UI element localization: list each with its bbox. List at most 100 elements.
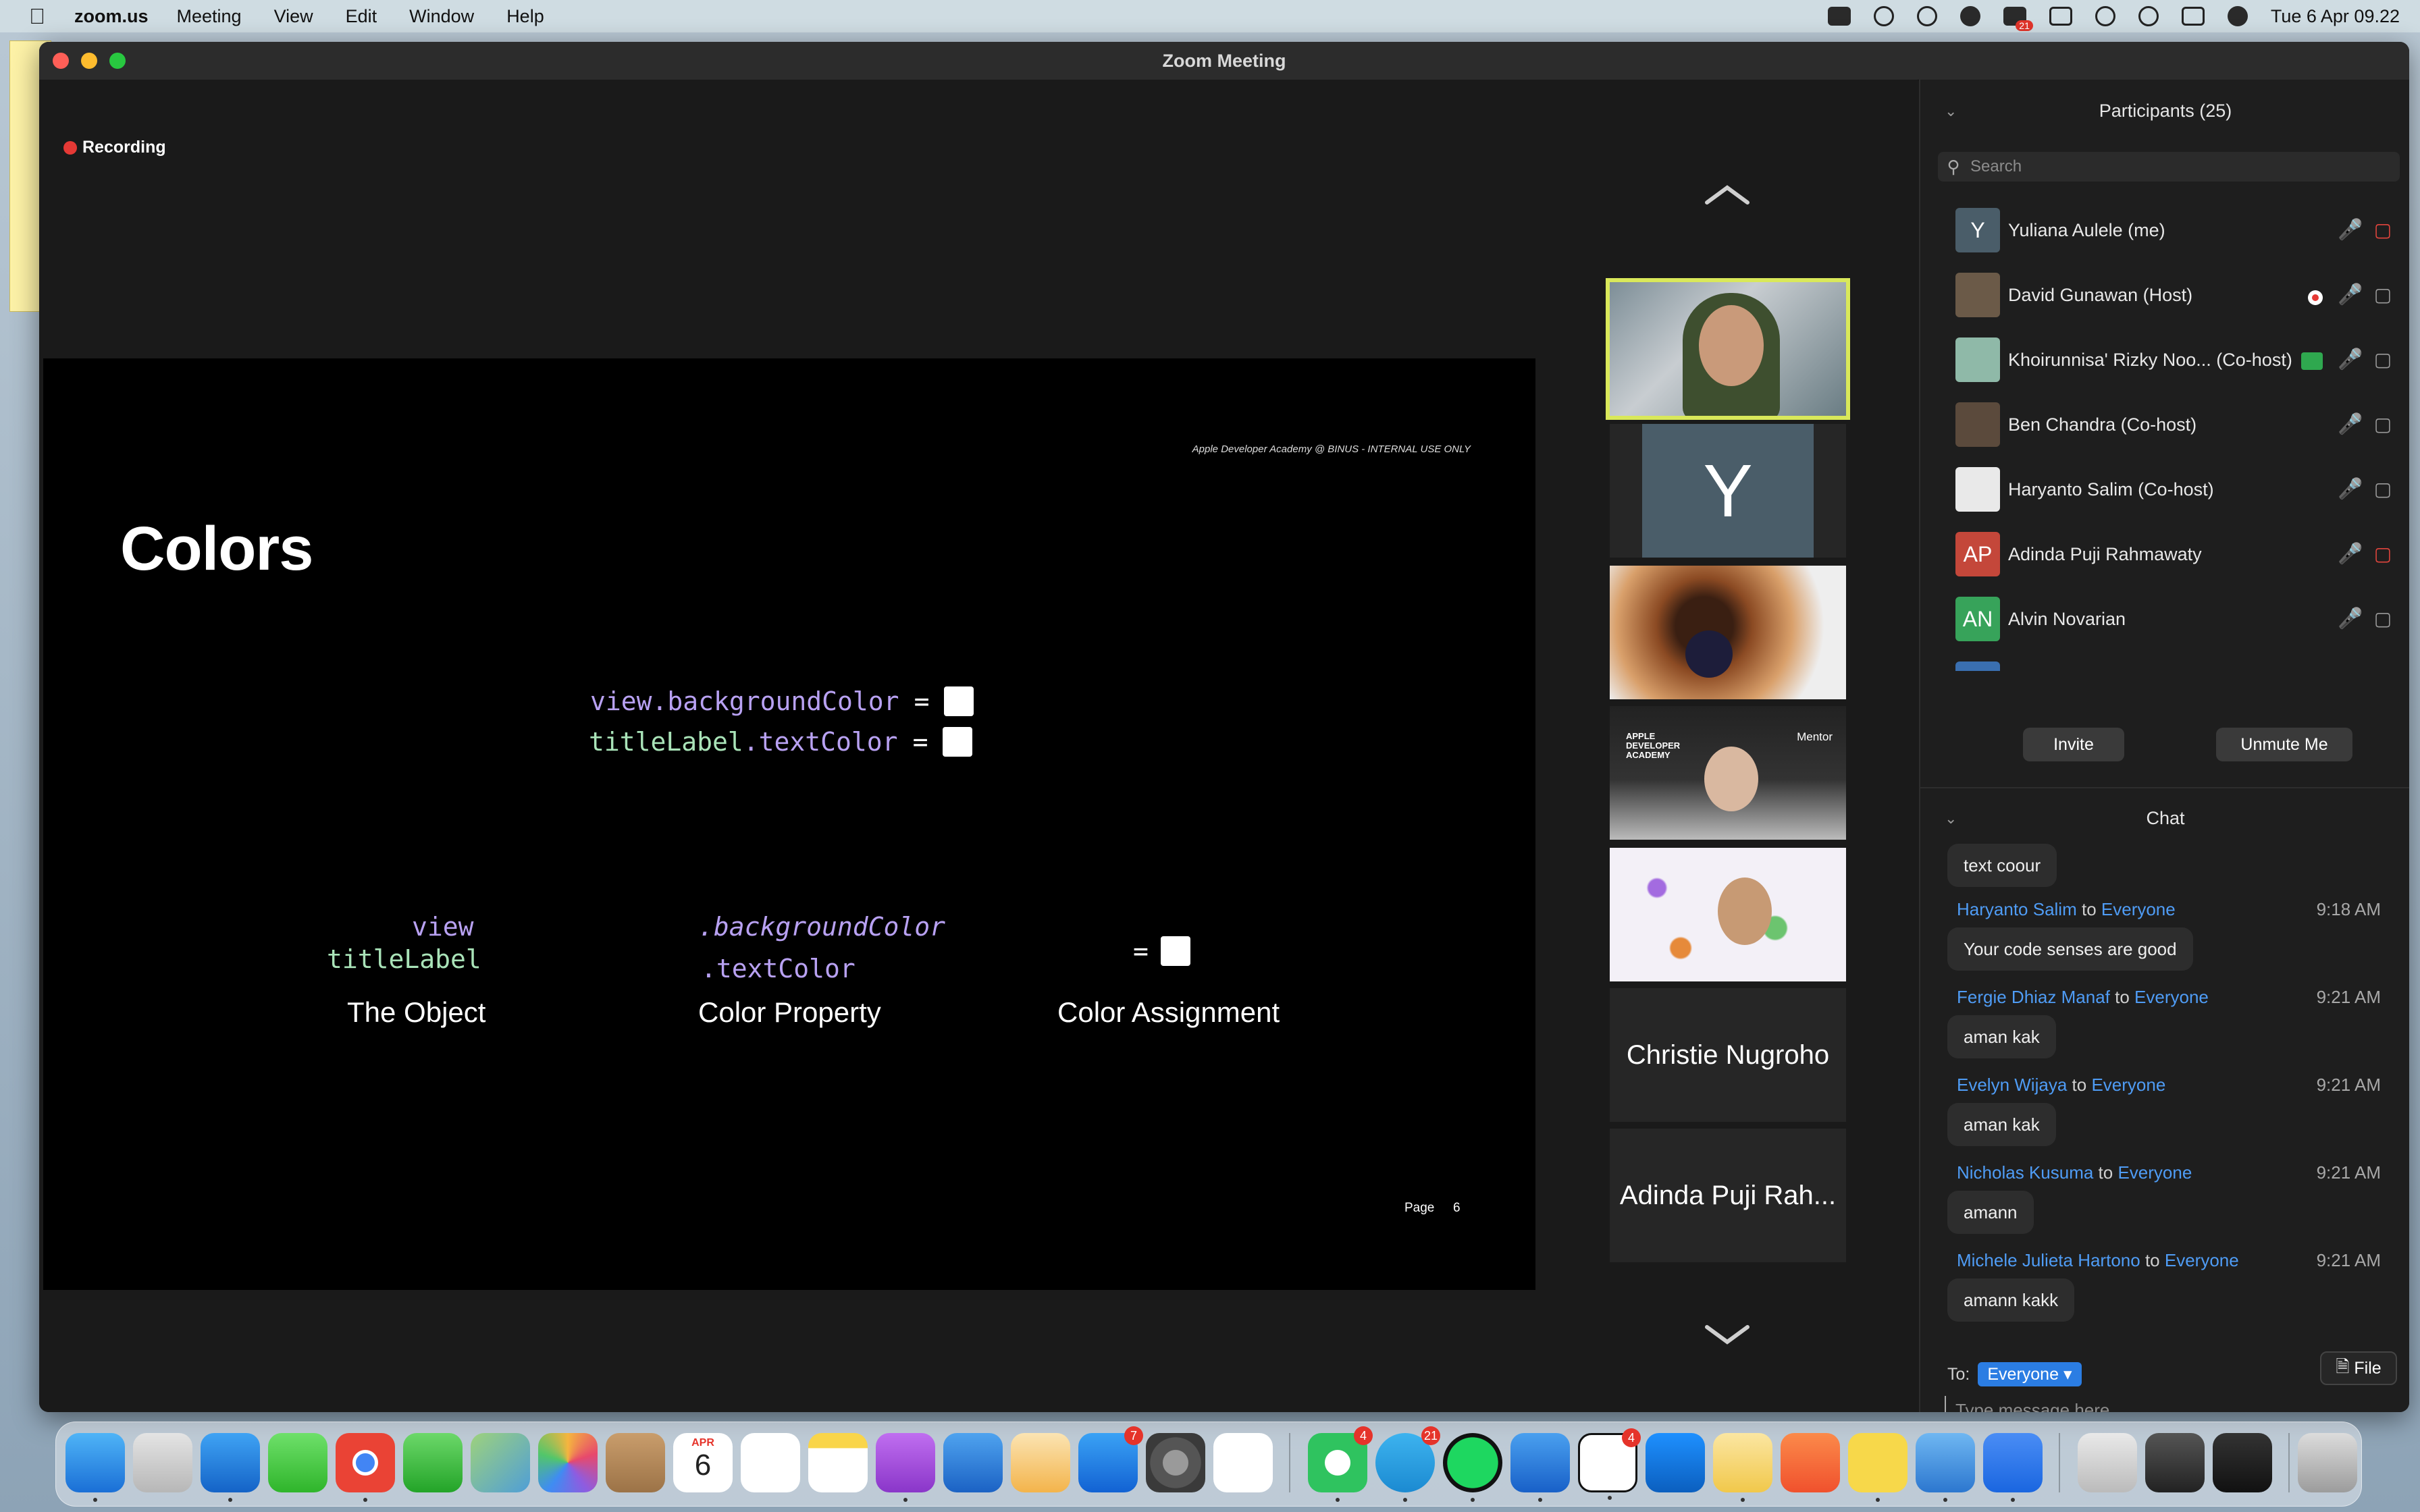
- zoom-status-icon[interactable]: [1827, 7, 1851, 26]
- stickies-icon[interactable]: [1713, 1433, 1772, 1502]
- mic-muted-icon[interactable]: 🎤: [2338, 477, 2363, 502]
- apple-icon[interactable]: : [0, 4, 74, 29]
- control-center-icon[interactable]: [2181, 7, 2205, 26]
- notion-icon[interactable]: 4: [1578, 1428, 1641, 1500]
- safari-icon[interactable]: [201, 1433, 260, 1502]
- minimized-window-3-icon[interactable]: [2213, 1433, 2272, 1492]
- video-tile-name-only[interactable]: Christie Nugroho: [1610, 988, 1846, 1122]
- message-recipient[interactable]: Everyone: [2101, 899, 2176, 919]
- camera-off-icon[interactable]: ▢: [2370, 541, 2396, 567]
- wifi-icon[interactable]: [2095, 6, 2115, 26]
- message-sender[interactable]: Nicholas Kusuma: [1957, 1162, 2093, 1183]
- facetime-icon[interactable]: [403, 1433, 463, 1492]
- mic-muted-icon[interactable]: 🎤: [2338, 282, 2363, 308]
- chat-message-input[interactable]: [1945, 1396, 2396, 1412]
- spotify-icon[interactable]: [1443, 1433, 1502, 1502]
- camera-icon[interactable]: ▢: [2370, 606, 2396, 632]
- reminders-icon[interactable]: [741, 1433, 800, 1492]
- message-recipient[interactable]: Everyone: [2118, 1162, 2192, 1183]
- system-preferences-icon[interactable]: [1146, 1433, 1205, 1492]
- podcasts-icon[interactable]: [876, 1433, 935, 1502]
- camera-icon[interactable]: ▢: [2370, 412, 2396, 437]
- mic-muted-icon[interactable]: 🎤: [2338, 541, 2363, 567]
- invite-button[interactable]: Invite: [2023, 728, 2124, 761]
- send-file-button[interactable]: 🗎 File: [2320, 1351, 2397, 1385]
- notification-status-icon[interactable]: 21: [2003, 7, 2033, 31]
- telegram-icon[interactable]: 21: [1375, 1426, 1440, 1502]
- minimized-window-2-icon[interactable]: [2145, 1433, 2205, 1492]
- minimize-window-button[interactable]: [81, 53, 97, 69]
- gallery-scroll-up-icon[interactable]: [1700, 181, 1754, 208]
- message-recipient[interactable]: Everyone: [2134, 987, 2209, 1007]
- photos-icon[interactable]: [538, 1433, 598, 1492]
- app-store-icon[interactable]: 7: [1078, 1426, 1143, 1492]
- minimized-window-1-icon[interactable]: [2078, 1433, 2137, 1492]
- swift-playgrounds-icon[interactable]: [1781, 1433, 1840, 1492]
- message-sender[interactable]: Evelyn Wijaya: [1957, 1075, 2067, 1095]
- mic-muted-icon[interactable]: 🎤: [2338, 217, 2363, 243]
- notes-icon[interactable]: [808, 1433, 868, 1492]
- record-status-icon[interactable]: [1916, 6, 1937, 26]
- menu-edit[interactable]: Edit: [346, 6, 377, 27]
- spotlight-search-icon[interactable]: [2138, 6, 2159, 26]
- menu-clock[interactable]: Tue 6 Apr 09.22: [2271, 6, 2400, 27]
- participant-row[interactable]: Ben Chandra (Co-host) 🎤 ▢: [1920, 393, 2409, 458]
- chrome-icon[interactable]: [336, 1433, 395, 1502]
- video-tile-bubbles[interactable]: [1610, 848, 1846, 981]
- battery-icon[interactable]: [2049, 7, 2072, 26]
- camera-off-icon[interactable]: ▢: [2370, 217, 2396, 243]
- recipient-dropdown[interactable]: Everyone ▾: [1978, 1362, 2082, 1386]
- calendar-icon[interactable]: APR 6: [673, 1433, 733, 1492]
- finder-icon[interactable]: [65, 1433, 125, 1502]
- participant-row[interactable]: Khoirunnisa' Rizky Noo... (Co-host) 🎤 ▢: [1920, 328, 2409, 393]
- camera-icon[interactable]: ▢: [2370, 282, 2396, 308]
- collapse-chevron-icon[interactable]: ⌄: [1945, 103, 1957, 120]
- mic-muted-icon[interactable]: 🎤: [2338, 606, 2363, 632]
- video-tile-name-only[interactable]: Adinda Puji Rah...: [1610, 1129, 1846, 1262]
- camera-icon[interactable]: ▢: [2370, 347, 2396, 373]
- trash-icon[interactable]: [2298, 1433, 2357, 1492]
- message-sender[interactable]: Haryanto Salim: [1957, 899, 2077, 919]
- mic-icon[interactable]: 🎤: [2338, 412, 2363, 437]
- menu-app-name[interactable]: zoom.us: [74, 6, 149, 27]
- participant-search[interactable]: ⚲: [1938, 152, 2400, 182]
- messages-icon[interactable]: [268, 1433, 327, 1492]
- participant-row[interactable]: Y Yuliana Aulele (me) 🎤 ▢: [1920, 198, 2409, 263]
- participant-row[interactable]: David Gunawan (Host) 🎤 ▢: [1920, 263, 2409, 328]
- contacts-icon[interactable]: [606, 1433, 665, 1492]
- video-tile-virtual-background[interactable]: [1610, 566, 1846, 699]
- camera-icon[interactable]: ▢: [2370, 477, 2396, 502]
- siri-icon[interactable]: [2227, 6, 2248, 26]
- miro-icon[interactable]: [1848, 1433, 1908, 1502]
- menu-meeting[interactable]: Meeting: [177, 6, 242, 27]
- maps-icon[interactable]: [471, 1433, 530, 1492]
- xcode-icon[interactable]: [1510, 1433, 1570, 1502]
- participant-row[interactable]: [1920, 652, 2409, 671]
- video-tile-active-speaker[interactable]: [1606, 278, 1850, 420]
- menu-view[interactable]: View: [274, 6, 313, 27]
- menu-window[interactable]: Window: [409, 6, 474, 27]
- participant-row[interactable]: Haryanto Salim (Co-host) 🎤 ▢: [1920, 458, 2409, 522]
- keynote-icon[interactable]: [943, 1433, 1003, 1492]
- video-tile-self[interactable]: Y: [1610, 424, 1846, 558]
- gallery-scroll-down-icon[interactable]: [1700, 1322, 1754, 1349]
- whatsapp-icon[interactable]: 4: [1308, 1426, 1373, 1502]
- mic-icon[interactable]: 🎤: [2338, 347, 2363, 373]
- airdrop-status-icon[interactable]: [1873, 6, 1894, 26]
- close-window-button[interactable]: [53, 53, 69, 69]
- participant-row[interactable]: AP Adinda Puji Rahmawaty 🎤 ▢: [1920, 522, 2409, 587]
- search-input[interactable]: [1969, 157, 2377, 177]
- sourcetree-icon[interactable]: [1646, 1433, 1705, 1492]
- drop-status-icon[interactable]: [1959, 6, 1980, 26]
- recording-indicator[interactable]: Recording: [63, 138, 166, 157]
- message-recipient[interactable]: Everyone: [2091, 1075, 2165, 1095]
- menu-help[interactable]: Help: [506, 6, 544, 27]
- message-recipient[interactable]: Everyone: [2165, 1250, 2239, 1270]
- participant-row[interactable]: AN Alvin Novarian 🎤 ▢: [1920, 587, 2409, 652]
- zoom-app-icon[interactable]: [1983, 1433, 2043, 1502]
- numbers-icon[interactable]: [1213, 1433, 1273, 1492]
- message-sender[interactable]: Michele Julieta Hartono: [1957, 1250, 2140, 1270]
- simulator-icon[interactable]: [1916, 1433, 1975, 1502]
- launchpad-icon[interactable]: [133, 1433, 192, 1492]
- message-sender[interactable]: Fergie Dhiaz Manaf: [1957, 987, 2110, 1007]
